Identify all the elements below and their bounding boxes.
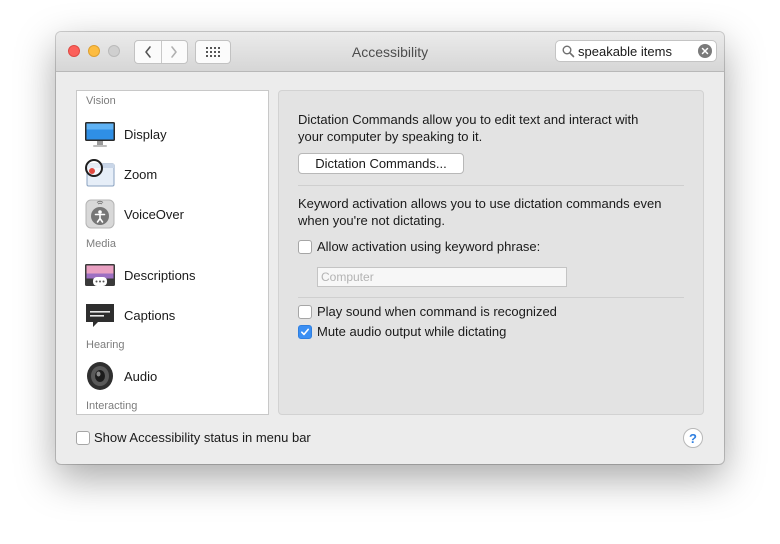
help-button[interactable]: ? bbox=[683, 428, 703, 448]
search-icon bbox=[562, 45, 575, 58]
forward-button[interactable] bbox=[160, 41, 188, 63]
search-input[interactable] bbox=[578, 42, 693, 60]
search-field[interactable] bbox=[555, 40, 717, 62]
mute-audio-checkbox[interactable] bbox=[298, 325, 312, 339]
allow-keyword-label: Allow activation using keyword phrase: bbox=[317, 239, 541, 254]
divider bbox=[298, 297, 684, 298]
keyword-phrase-input[interactable] bbox=[317, 267, 567, 287]
sidebar-item-label: Captions bbox=[124, 308, 176, 323]
sidebar-item-voiceover[interactable]: VoiceOver bbox=[77, 196, 268, 232]
sidebar-item-captions[interactable]: Captions bbox=[77, 297, 268, 333]
minimize-window-button[interactable] bbox=[88, 45, 100, 57]
play-sound-checkbox[interactable] bbox=[298, 305, 312, 319]
window-title: Accessibility bbox=[351, 44, 429, 60]
sidebar-item-descriptions[interactable]: Descriptions bbox=[77, 257, 268, 293]
sidebar-item-label: Audio bbox=[124, 369, 158, 384]
dictation-intro-line1: Dictation Commands allow you to edit tex… bbox=[298, 112, 639, 127]
grid-icon bbox=[206, 47, 220, 57]
close-icon bbox=[701, 47, 709, 55]
sidebar: Vision Display Zoom VoiceOver Media Desc… bbox=[76, 90, 269, 415]
section-header-hearing: Hearing bbox=[86, 339, 125, 351]
show-all-button[interactable] bbox=[195, 40, 231, 64]
sidebar-item-label: VoiceOver bbox=[124, 207, 184, 222]
mute-audio-label: Mute audio output while dictating bbox=[317, 324, 507, 339]
keyword-info-line1: Keyword activation allows you to use dic… bbox=[298, 196, 662, 211]
chevron-left-icon bbox=[144, 46, 151, 58]
title-bar: Accessibility bbox=[56, 32, 724, 72]
back-button[interactable] bbox=[135, 41, 161, 63]
close-window-button[interactable] bbox=[68, 45, 80, 57]
display-icon bbox=[85, 122, 115, 147]
keyword-info-line2: when you're not dictating. bbox=[298, 213, 446, 228]
zoom-icon bbox=[85, 159, 115, 187]
zoom-window-button bbox=[108, 45, 120, 57]
sidebar-item-zoom[interactable]: Zoom bbox=[77, 156, 268, 192]
checkmark-icon bbox=[301, 328, 309, 336]
sidebar-item-audio[interactable]: Audio bbox=[77, 358, 268, 394]
allow-keyword-checkbox[interactable] bbox=[298, 240, 312, 254]
play-sound-label: Play sound when command is recognized bbox=[317, 304, 557, 319]
descriptions-icon bbox=[85, 264, 115, 286]
show-status-label: Show Accessibility status in menu bar bbox=[94, 430, 311, 445]
sidebar-item-label: Display bbox=[124, 127, 167, 142]
section-header-vision: Vision bbox=[86, 95, 116, 107]
settings-pane: Dictation Commands allow you to edit tex… bbox=[278, 90, 704, 415]
section-header-media: Media bbox=[86, 238, 116, 250]
sidebar-item-label: Descriptions bbox=[124, 268, 196, 283]
section-header-interacting: Interacting bbox=[86, 400, 138, 412]
sidebar-item-label: Zoom bbox=[124, 167, 158, 182]
history-nav bbox=[134, 40, 188, 64]
dictation-commands-button[interactable]: Dictation Commands... bbox=[298, 153, 464, 174]
captions-icon bbox=[86, 304, 114, 327]
audio-icon bbox=[87, 362, 113, 390]
chevron-right-icon bbox=[171, 46, 178, 58]
sidebar-item-display[interactable]: Display bbox=[77, 116, 268, 152]
preferences-window: Accessibility Vision Disp bbox=[56, 32, 724, 464]
voiceover-icon bbox=[85, 199, 115, 229]
divider bbox=[298, 185, 684, 186]
show-status-checkbox[interactable] bbox=[76, 431, 90, 445]
clear-search-button[interactable] bbox=[698, 44, 712, 58]
dictation-intro-line2: your computer by speaking to it. bbox=[298, 129, 483, 144]
